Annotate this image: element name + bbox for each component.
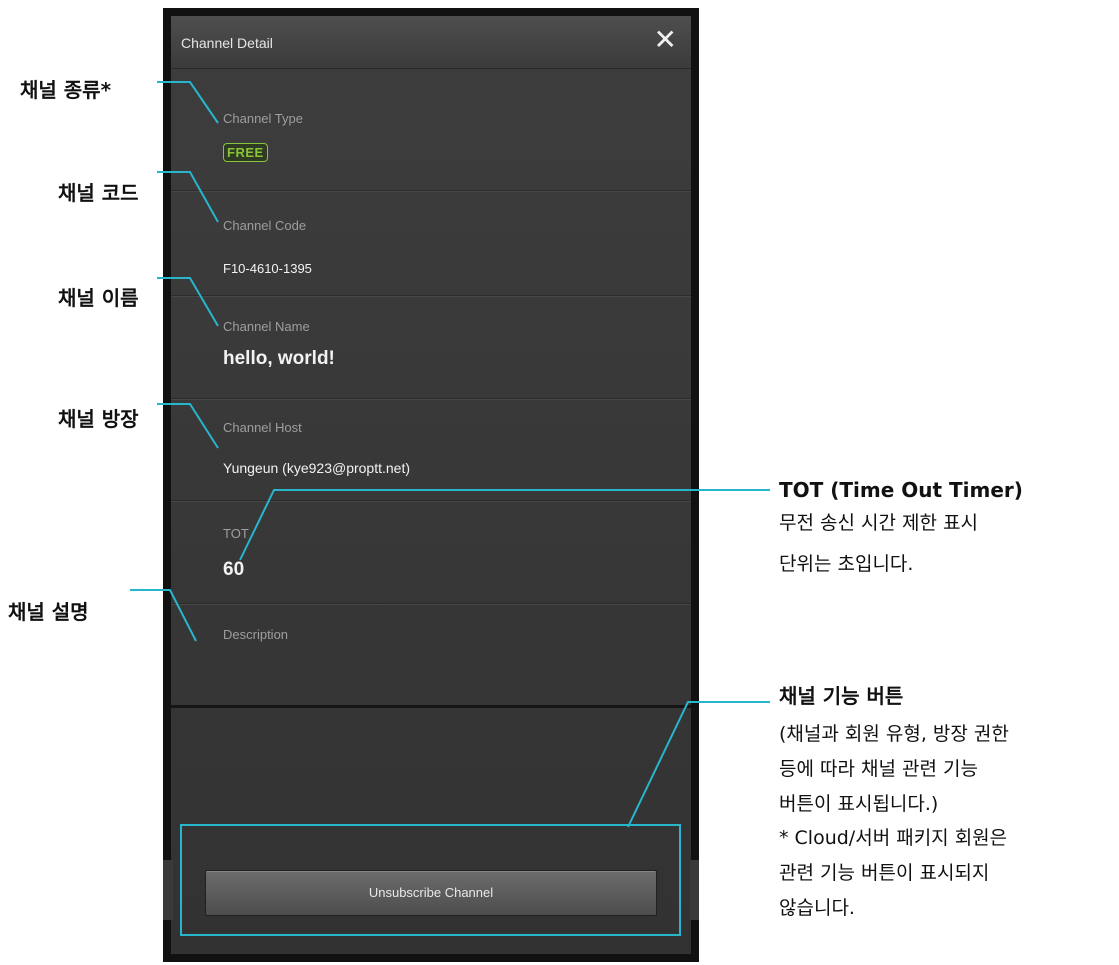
annotation-channel-code: 채널 코드: [58, 181, 139, 205]
annotation-function-line2: 등에 따라 채널 관련 기능: [779, 758, 978, 780]
leader-line-tot: [239, 489, 770, 561]
leader-line-function-button: [627, 701, 770, 828]
annotation-function-title: 채널 기능 버튼: [779, 684, 904, 708]
leader-line-channel-type: [157, 81, 219, 124]
annotation-tot-line1: 무전 송신 시간 제한 표시: [779, 512, 978, 534]
leader-line-channel-code: [157, 171, 219, 223]
annotation-channel-type: 채널 종류*: [20, 78, 112, 102]
annotation-function-line5: 관련 기능 버튼이 표시되지: [779, 862, 990, 884]
annotation-function-line1: (채널과 회원 유형, 방장 권한: [779, 723, 1009, 745]
annotation-function-line4: * Cloud/서버 패키지 회원은: [779, 827, 1008, 849]
annotation-function-line6: 않습니다.: [779, 897, 855, 919]
annotation-channel-description: 채널 설명: [8, 600, 89, 624]
annotation-channel-host: 채널 방장: [58, 407, 139, 431]
leader-line-channel-name: [157, 277, 219, 327]
annotation-tot-line2: 단위는 초입니다.: [779, 553, 914, 575]
leader-line-channel-host: [157, 403, 219, 449]
leader-line-description: [130, 589, 197, 642]
annotation-tot-title: TOT (Time Out Timer): [779, 478, 1023, 502]
annotation-channel-name: 채널 이름: [58, 286, 139, 310]
annotation-function-line3: 버튼이 표시됩니다.): [779, 793, 939, 815]
